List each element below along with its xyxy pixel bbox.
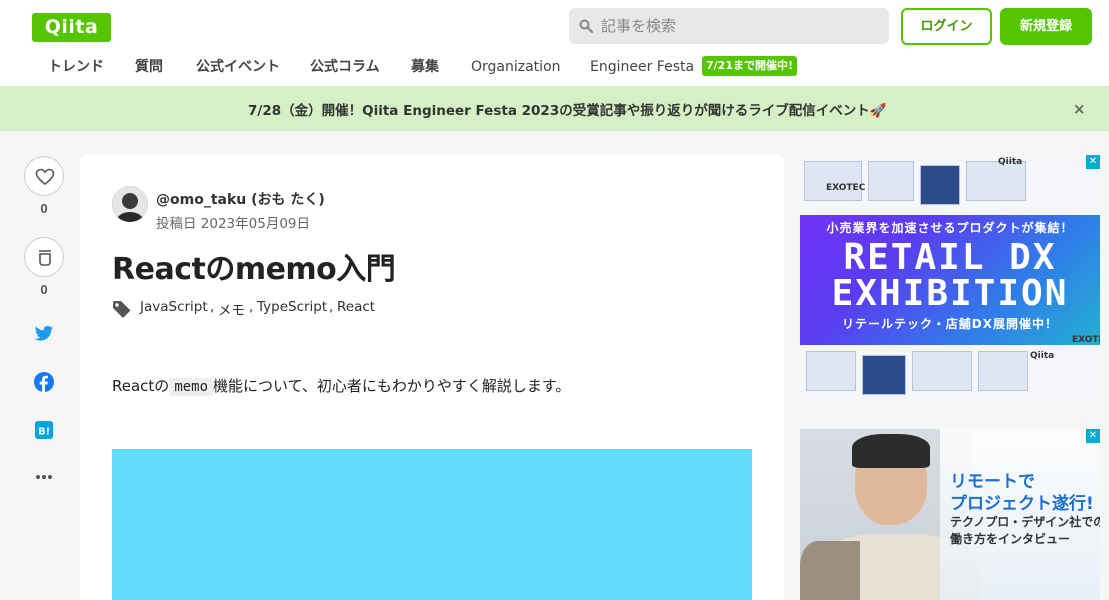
nav-item-recruitment[interactable]: 募集 bbox=[411, 56, 439, 78]
search-icon bbox=[579, 19, 593, 33]
login-button[interactable]: ログイン bbox=[901, 8, 992, 45]
facebook-icon[interactable] bbox=[34, 372, 54, 392]
tag-javascript[interactable]: JavaScript bbox=[140, 299, 208, 315]
ad-thumb bbox=[920, 165, 960, 205]
ad-banner-remote-work[interactable]: リモートで プロジェクト遂行! テクノプロ・デザイン社での 働き方をインタビュー… bbox=[800, 429, 1100, 600]
nav-item-official-events[interactable]: 公式イベント bbox=[196, 56, 280, 78]
ad-banner-retail-dx[interactable]: EXOTEC Qiita 小売業界を加速させるプロダクトが集結！ RETAIL … bbox=[800, 155, 1100, 405]
stock-count: 0 bbox=[40, 282, 48, 297]
ad-thumb bbox=[806, 351, 856, 391]
like-button[interactable] bbox=[24, 156, 64, 196]
search-input[interactable] bbox=[599, 8, 884, 44]
ad-thumb bbox=[912, 351, 972, 391]
ad-brand: Qiita bbox=[998, 157, 1023, 167]
ad-choices-icon[interactable]: ✕ bbox=[1086, 155, 1100, 169]
tag-memo[interactable]: メモ bbox=[218, 299, 245, 319]
ad2-headline-2: プロジェクト遂行! bbox=[950, 494, 1094, 514]
tag-typescript[interactable]: TypeScript bbox=[257, 299, 327, 315]
post-date: 投稿日 2023年05月09日 bbox=[156, 216, 311, 232]
ad-thumb bbox=[966, 161, 1026, 201]
article-intro: Reactの memo 機能について、初心者にもわかりやすく解説します。 bbox=[112, 375, 570, 398]
ad-brand: EXOTE bbox=[1072, 335, 1100, 345]
article-card: @omo_taku (おも たく) 投稿日 2023年05月09日 Reactの… bbox=[80, 154, 784, 600]
ad-brand: EXOTEC bbox=[826, 183, 866, 193]
inline-code: memo bbox=[169, 378, 214, 396]
qiita-logo[interactable]: Qiita bbox=[32, 13, 111, 42]
nav-item-trend[interactable]: トレンド bbox=[48, 56, 104, 78]
announcement-banner[interactable]: 7/28（金）開催！Qiita Engineer Festa 2023の受賞記事… bbox=[0, 86, 1109, 131]
ad-person-hair bbox=[852, 434, 930, 468]
ad-headline-2: EXHIBITION bbox=[831, 273, 1069, 314]
nav-item-official-columns[interactable]: 公式コラム bbox=[310, 56, 380, 78]
ad-person-jacket bbox=[800, 541, 860, 600]
tag-separator: , bbox=[329, 299, 334, 315]
svg-text:B!: B! bbox=[38, 427, 50, 438]
like-count: 0 bbox=[40, 201, 48, 216]
tag-react[interactable]: React bbox=[337, 299, 375, 315]
search-box[interactable] bbox=[569, 8, 889, 44]
ad-choices-icon[interactable]: ✕ bbox=[1086, 429, 1100, 443]
nav-item-engineer-festa[interactable]: Engineer Festa bbox=[590, 56, 694, 78]
tag-separator: , bbox=[210, 299, 215, 315]
avatar-image bbox=[112, 186, 148, 222]
heart-icon bbox=[35, 168, 55, 186]
ad-thumb bbox=[978, 351, 1028, 391]
hatena-bookmark-icon[interactable]: B! bbox=[35, 421, 53, 439]
intro-prefix: Reactの bbox=[112, 377, 170, 395]
nav-item-questions[interactable]: 質問 bbox=[135, 56, 163, 78]
tag-icon bbox=[113, 301, 131, 318]
ad-thumb bbox=[868, 161, 914, 201]
close-icon[interactable]: × bbox=[1073, 100, 1086, 118]
ad-thumb bbox=[804, 161, 862, 201]
banner-text[interactable]: 7/28（金）開催！Qiita Engineer Festa 2023の受賞記事… bbox=[248, 99, 887, 119]
ad-headline-1: RETAIL DX bbox=[843, 237, 1057, 278]
signup-button[interactable]: 新規登録 bbox=[1000, 8, 1092, 45]
ad-tagline-top: 小売業界を加速させるプロダクトが集結！ bbox=[826, 221, 1074, 235]
festa-badge: 7/21まで開催中! bbox=[702, 56, 797, 76]
stock-button[interactable] bbox=[24, 237, 64, 277]
ad2-sub-2: 働き方をインタビュー bbox=[950, 532, 1071, 546]
ad2-sub-1: テクノプロ・デザイン社での bbox=[950, 515, 1100, 529]
ad-tagline-bottom: リテールテック・店舗DX展開催中！ bbox=[842, 317, 1058, 331]
tag-separator: , bbox=[249, 299, 254, 315]
ad-thumb bbox=[862, 355, 906, 395]
nav-item-organization[interactable]: Organization bbox=[471, 56, 561, 78]
intro-suffix: 機能について、初心者にもわかりやすく解説します。 bbox=[213, 377, 571, 395]
author-avatar[interactable] bbox=[112, 186, 148, 222]
article-title: Reactのmemo入門 bbox=[112, 252, 396, 287]
twitter-icon[interactable] bbox=[34, 325, 54, 343]
more-icon[interactable] bbox=[35, 474, 53, 480]
article-hero-image bbox=[112, 449, 752, 600]
ad-brand: Qiita bbox=[1030, 351, 1055, 361]
stock-icon bbox=[39, 250, 51, 266]
author-name[interactable]: @omo_taku (おも たく) bbox=[156, 189, 325, 209]
